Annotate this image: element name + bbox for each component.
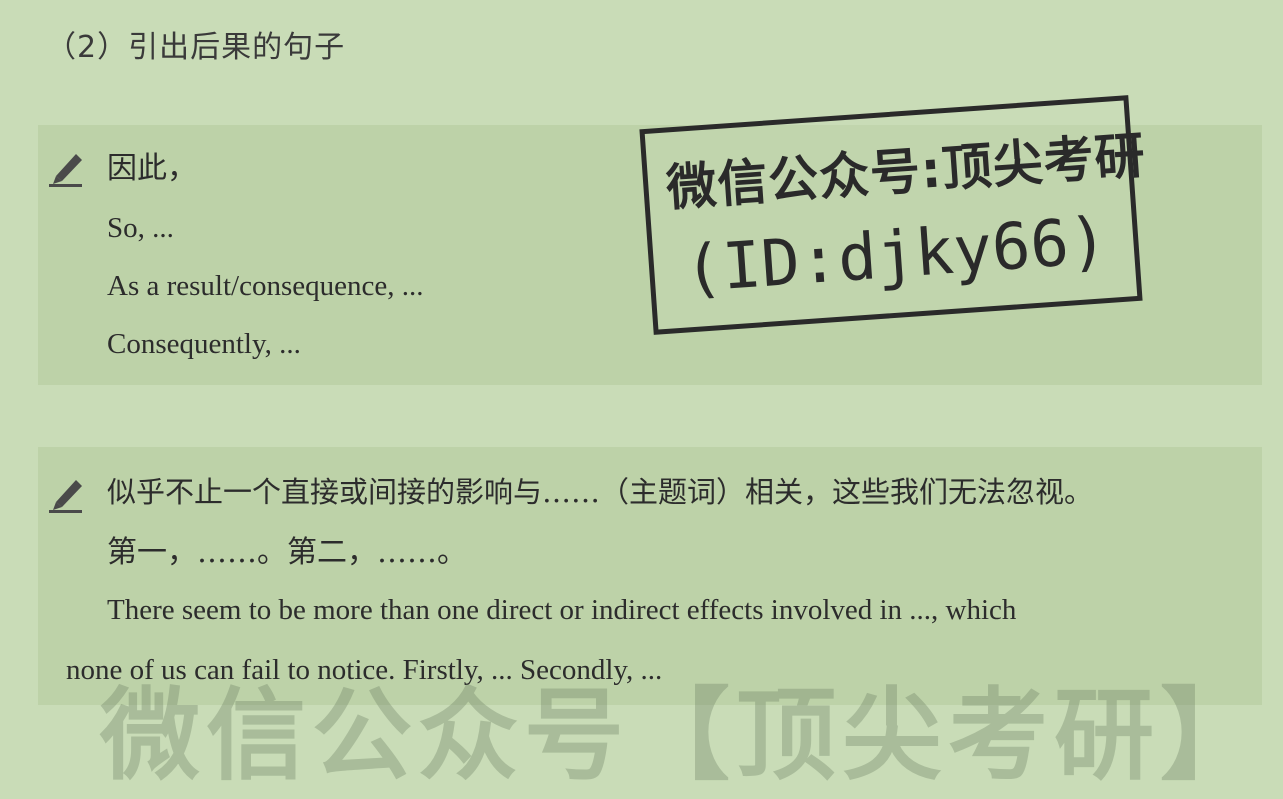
section-heading: （2）引出后果的句子 xyxy=(46,30,346,65)
watermark-stamp: 微信公众号:顶尖考研 (ID:djky66) xyxy=(639,95,1147,335)
stamp-id: (ID:djky66) xyxy=(681,204,1110,308)
bottom-watermark: 微信公众号【顶尖考研】 xyxy=(100,677,1266,794)
phrase-chinese-line1: 似乎不止一个直接或间接的影响与……（主题词）相关，这些我们无法忽视。 xyxy=(107,475,1094,509)
phrase-consequently: Consequently, ... xyxy=(107,328,301,360)
phrase-so: So, ... xyxy=(107,212,174,244)
pencil-icon xyxy=(49,480,82,513)
phrase-english-line1: There seem to be more than one direct or… xyxy=(107,594,1017,626)
phrase-chinese-therefore: 因此， xyxy=(107,151,197,186)
pencil-icon xyxy=(49,154,82,187)
phrase-chinese-line2: 第一，……。第二，……。 xyxy=(107,535,467,570)
phrase-as-a-result: As a result/consequence, ... xyxy=(107,270,424,302)
stamp-title: 微信公众号:顶尖考研 xyxy=(664,126,1148,218)
